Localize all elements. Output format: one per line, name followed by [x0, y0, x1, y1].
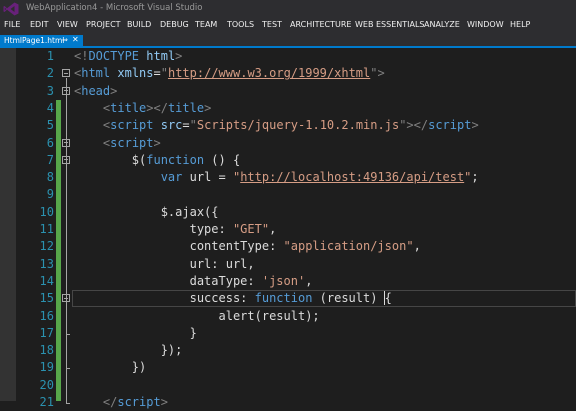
menu-test[interactable]: TEST	[262, 20, 282, 29]
line-number: 20	[39, 377, 54, 392]
menu-edit[interactable]: EDIT	[30, 20, 48, 29]
window-title: WebApplication4 - Microsoft Visual Studi…	[26, 3, 203, 13]
line-number: 12	[39, 239, 54, 254]
menu-debug[interactable]: DEBUG	[160, 20, 189, 29]
menu-analyze[interactable]: ANALYZE	[424, 20, 460, 29]
code-text: $(function () {	[74, 152, 241, 167]
code-line-19[interactable]: 19 })	[0, 359, 576, 376]
line-number: 19	[39, 360, 54, 375]
outline-guide-end	[66, 333, 70, 335]
pin-icon[interactable]: ⇒	[62, 36, 68, 44]
code-text: });	[74, 343, 183, 358]
code-text: <html xmlns="http://www.w3.org/1999/xhtm…	[74, 66, 385, 81]
code-text: <script src="Scripts/jquery-1.10.2.min.j…	[102, 118, 479, 133]
line-number: 7	[46, 152, 54, 167]
code-line-6[interactable]: 6 <script>	[0, 135, 576, 152]
title-bar: WebApplication4 - Microsoft Visual Studi…	[0, 0, 576, 17]
line-number: 16	[39, 308, 54, 323]
code-text: }	[74, 325, 197, 340]
code-line-12[interactable]: 12 contentType: "application/json",	[0, 238, 576, 255]
menu-file[interactable]: FILE	[4, 20, 20, 29]
menu-project[interactable]: PROJECT	[86, 20, 121, 29]
outline-guide	[66, 164, 67, 369]
outline-guide-end	[66, 403, 70, 404]
line-number: 17	[39, 325, 54, 340]
current-line-highlight	[72, 290, 576, 308]
line-number: 14	[39, 273, 54, 288]
code-text: url: url,	[74, 256, 255, 271]
line-number: 21	[39, 395, 54, 409]
code-text: dataType: 'json',	[74, 273, 313, 288]
code-editor[interactable]: 1 <!DOCTYPE html> 2 <html xmlns="http://www…	[0, 48, 576, 409]
code-text: var url = "http://localhost:49136/api/te…	[160, 170, 479, 185]
code-line-3[interactable]: 3 <head>	[0, 83, 576, 100]
code-line-5[interactable]: 5 <script src="Scripts/jquery-1.10.2.min…	[0, 117, 576, 134]
code-line-10[interactable]: 10 $.ajax({	[0, 204, 576, 221]
line-number: 3	[46, 83, 54, 98]
menu-window[interactable]: WINDOW	[467, 20, 504, 29]
code-line-2[interactable]: 2 <html xmlns="http://www.w3.org/1999/xht…	[0, 65, 576, 82]
code-line-4[interactable]: 4 <title></title>	[0, 100, 576, 117]
line-number: 5	[46, 118, 54, 133]
code-text: alert(result);	[74, 308, 320, 323]
outline-guide-end	[66, 368, 70, 370]
text-caret	[384, 291, 385, 305]
code-text: })	[74, 360, 147, 375]
code-text: $.ajax({	[74, 204, 219, 219]
line-number: 9	[46, 187, 54, 202]
line-number: 11	[39, 222, 54, 236]
menu-help[interactable]: HELP	[510, 20, 530, 29]
line-number: 10	[39, 204, 54, 219]
line-number: 1	[46, 49, 54, 63]
line-number: 6	[46, 135, 54, 150]
code-text: type: "GET",	[74, 222, 277, 236]
tab-title: HtmlPage1.html	[4, 36, 65, 45]
menu-web-essentials[interactable]: WEB ESSENTIALS	[355, 20, 425, 29]
code-text: <script>	[102, 135, 161, 150]
code-text: <!DOCTYPE html>	[74, 49, 183, 63]
code-line-1[interactable]: 1 <!DOCTYPE html>	[0, 48, 576, 65]
code-line-13[interactable]: 13 url: url,	[0, 256, 576, 273]
menu-bar: FILE EDIT VIEW PROJECT BUILD DEBUG TEAM …	[0, 17, 576, 34]
code-line-7[interactable]: 7 $(function () {	[0, 152, 576, 169]
line-number: 18	[39, 343, 54, 358]
collapse-icon[interactable]	[62, 69, 70, 78]
menu-team[interactable]: TEAM	[195, 20, 217, 29]
code-line-20[interactable]: 20	[0, 377, 576, 394]
code-line-11[interactable]: 11 type: "GET",	[0, 221, 576, 238]
visual-studio-logo-icon	[3, 2, 19, 16]
code-line-18[interactable]: 18 });	[0, 342, 576, 359]
menu-view[interactable]: VIEW	[57, 20, 78, 29]
outline-guide	[66, 303, 67, 334]
line-number: 8	[46, 170, 54, 185]
line-number: 2	[46, 66, 54, 81]
code-line-8[interactable]: 8 var url = "http://localhost:49136/api/…	[0, 169, 576, 186]
code-text: </script>	[102, 395, 168, 409]
menu-tools[interactable]: TOOLS	[227, 20, 254, 29]
menu-architecture[interactable]: ARCHITECTURE	[290, 20, 351, 29]
code-line-14[interactable]: 14 dataType: 'json',	[0, 273, 576, 290]
line-number: 13	[39, 256, 54, 271]
code-text: <title></title>	[102, 100, 212, 115]
line-number: 4	[46, 100, 54, 115]
code-line-9[interactable]: 9	[0, 186, 576, 203]
code-text: <head>	[74, 83, 118, 98]
menu-build[interactable]: BUILD	[127, 20, 151, 29]
code-text: contentType: "application/json",	[74, 239, 421, 254]
line-number: 15	[39, 291, 54, 306]
code-line-17[interactable]: 17 }	[0, 325, 576, 342]
close-icon[interactable]: ✕	[72, 35, 79, 44]
code-line-21[interactable]: 21 </script>	[0, 394, 576, 411]
code-line-16[interactable]: 16 alert(result);	[0, 308, 576, 325]
